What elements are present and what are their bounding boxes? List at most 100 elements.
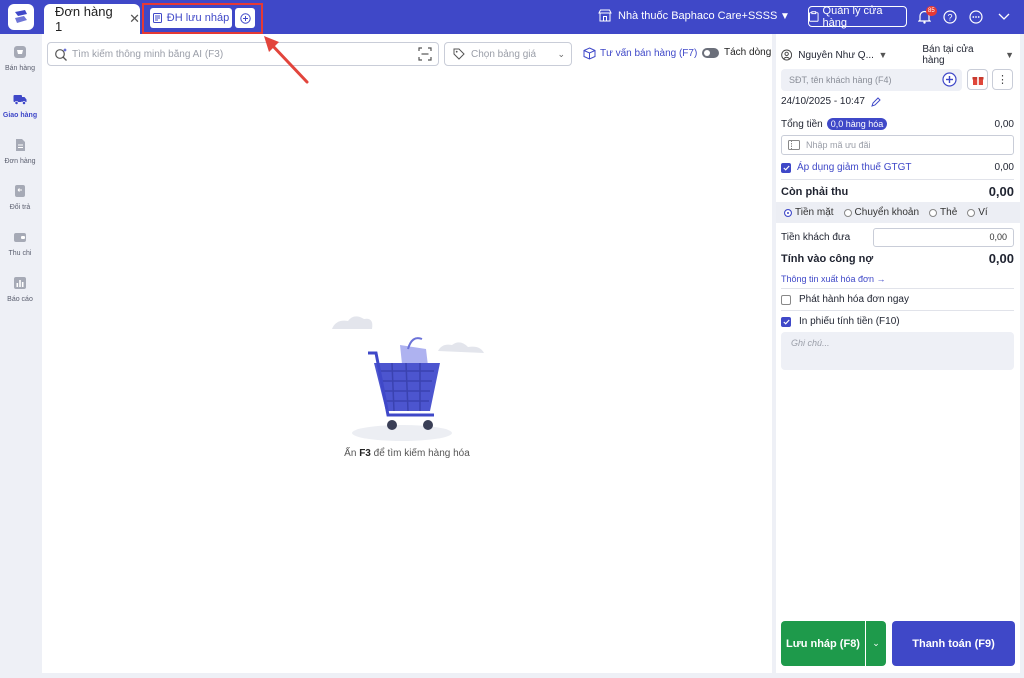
sale-type-select[interactable]: Bán tại cửa hàng xyxy=(922,44,994,66)
vat-value: 0,00 xyxy=(994,162,1014,173)
order-datetime-row: 24/10/2025 - 10:47 xyxy=(781,96,1014,107)
sidebar-item-returns[interactable]: Đổi trả xyxy=(0,184,40,211)
total-value: 0,00 xyxy=(994,118,1014,130)
add-tab-button[interactable] xyxy=(235,8,255,28)
price-list-placeholder: Chọn bảng giá xyxy=(471,48,537,60)
vat-option[interactable]: Áp dụng giảm thuế GTGT xyxy=(781,162,912,173)
order-workspace: Chọn bảng giá ⌄ Tư vấn bán hàng (F7) Tác… xyxy=(42,34,772,673)
debt-label: Tính vào công nợ xyxy=(781,252,874,265)
vat-row: Áp dụng giảm thuế GTGT 0,00 xyxy=(781,162,1014,173)
sales-consult-button[interactable]: Tư vấn bán hàng (F7) xyxy=(583,47,697,60)
radio[interactable] xyxy=(967,208,976,217)
document-icon xyxy=(152,13,162,23)
plus-circle-icon xyxy=(239,12,251,24)
discount-code-field[interactable]: Nhập mã ưu đãi xyxy=(781,135,1014,155)
sidebar-item-label: Đơn hàng xyxy=(4,158,36,165)
payment-method-transfer[interactable]: Chuyển khoản xyxy=(843,207,920,218)
total-label-group: Tổng tiền 0,0 hàng hóa xyxy=(781,118,888,130)
vat-label: Áp dụng giảm thuế GTGT xyxy=(797,162,912,173)
order-summary-panel: Nguyễn Như Q... ▼ Bán tại cửa hàng ▼ SĐT… xyxy=(776,34,1020,673)
customer-search[interactable]: SĐT, tên khách hàng (F4) xyxy=(781,69,962,91)
toggle-switch[interactable] xyxy=(702,47,719,58)
manage-store-button[interactable]: Quản lý cửa hàng xyxy=(808,4,907,29)
sidebar-item-reports[interactable]: Báo cáo xyxy=(0,276,40,303)
sidebar-item-sales[interactable]: Bán hàng xyxy=(0,45,40,72)
customer-search-placeholder: SĐT, tên khách hàng (F4) xyxy=(789,75,892,85)
annotation-arrow xyxy=(264,36,309,84)
more-icon[interactable] xyxy=(967,8,985,26)
chevron-down-icon[interactable]: ▼ xyxy=(1005,50,1014,60)
radio-selected[interactable] xyxy=(784,208,792,217)
top-bar: Đơn hàng 1 ✕ ĐH lưu nháp Nhà thuốc Bapha… xyxy=(0,0,1024,34)
note-field[interactable]: Ghi chú... xyxy=(781,332,1014,370)
invoice-info-label: Thông tin xuất hóa đơn → xyxy=(781,274,886,284)
payment-method-label: Chuyển khoản xyxy=(854,207,920,218)
payment-method-wallet[interactable]: Ví xyxy=(967,207,988,218)
sidebar-item-delivery[interactable]: Giao hàng xyxy=(0,92,40,119)
help-icon[interactable]: ? xyxy=(941,8,959,26)
split-lines-toggle[interactable]: Tách dòng xyxy=(702,47,771,58)
print-receipt-option[interactable]: In phiếu tính tiền (F10) xyxy=(781,316,1014,327)
product-search[interactable] xyxy=(47,42,439,66)
issue-invoice-label: Phát hành hóa đơn ngay xyxy=(799,294,909,305)
chevron-down-icon[interactable]: ▼ xyxy=(878,50,887,60)
manage-store-label: Quản lý cửa hàng xyxy=(822,4,883,29)
add-customer-icon[interactable] xyxy=(942,72,957,87)
empty-state-message: Ấn F3 để tìm kiếm hàng hóa xyxy=(42,448,772,459)
edit-icon[interactable] xyxy=(871,96,881,107)
save-options-button[interactable]: ⌄ xyxy=(866,621,886,666)
close-icon[interactable]: ✕ xyxy=(129,11,140,27)
order-datetime: 24/10/2025 - 10:47 xyxy=(781,96,865,107)
payment-method-label: Ví xyxy=(978,207,988,218)
truck-icon xyxy=(13,95,27,105)
chevron-down-icon[interactable] xyxy=(995,8,1013,26)
issue-invoice-checkbox[interactable] xyxy=(781,294,791,305)
gift-button[interactable] xyxy=(967,69,988,90)
print-receipt-checkbox[interactable] xyxy=(781,316,791,327)
empty-state-suffix: để tìm kiếm hàng hóa xyxy=(370,448,470,459)
vat-checkbox[interactable] xyxy=(781,162,791,173)
staff-row: Nguyễn Như Q... ▼ Bán tại cửa hàng ▼ xyxy=(781,44,1014,66)
user-icon xyxy=(781,49,793,61)
store-selector[interactable]: Nhà thuốc Baphaco Care+SSSS xyxy=(598,9,777,22)
more-options-button[interactable]: ⋮ xyxy=(992,69,1013,90)
cash-received-label: Tiền khách đưa xyxy=(781,232,851,243)
invoice-info-link[interactable]: Thông tin xuất hóa đơn → xyxy=(781,274,1014,284)
return-icon xyxy=(15,185,25,197)
print-receipt-label: In phiếu tính tiền (F10) xyxy=(799,316,900,327)
payment-method-card[interactable]: Thẻ xyxy=(929,207,957,218)
sidebar-item-label: Đổi trả xyxy=(9,204,31,211)
empty-cart-illustration xyxy=(332,316,484,441)
price-list-select[interactable]: Chọn bảng giá ⌄ xyxy=(444,42,572,66)
barcode-scan-icon[interactable] xyxy=(418,47,432,61)
radio[interactable] xyxy=(843,208,852,217)
voucher-icon xyxy=(788,140,800,150)
ai-search-icon xyxy=(55,48,67,61)
document-icon xyxy=(16,139,25,151)
checkout-button[interactable]: Thanh toán (F9) xyxy=(892,621,1015,666)
tab-order-1[interactable]: Đơn hàng 1 ✕ xyxy=(44,4,140,34)
tag-icon xyxy=(453,48,465,60)
sidebar-item-label: Thu chi xyxy=(8,250,32,257)
save-draft-button[interactable]: Lưu nháp (F8) xyxy=(781,621,865,666)
wallet-icon xyxy=(14,233,26,242)
sidebar-item-cashflow[interactable]: Thu chi xyxy=(0,230,40,257)
payment-method-cash[interactable]: Tiền mặt xyxy=(784,207,834,218)
cash-received-input[interactable]: 0,00 xyxy=(873,228,1014,247)
debt-row: Tính vào công nợ 0,00 xyxy=(781,251,1014,266)
draft-orders-button[interactable]: ĐH lưu nháp xyxy=(150,8,232,28)
issue-invoice-option[interactable]: Phát hành hóa đơn ngay xyxy=(781,294,1014,305)
divider xyxy=(781,288,1014,289)
chevron-down-icon[interactable]: ▼ xyxy=(780,11,790,22)
payment-method-group: Tiền mặt Chuyển khoản Thẻ Ví xyxy=(776,202,1020,223)
split-lines-label: Tách dòng xyxy=(724,47,772,58)
sidebar-item-orders[interactable]: Đơn hàng xyxy=(0,138,40,165)
logo-icon[interactable] xyxy=(8,4,34,30)
radio[interactable] xyxy=(929,208,938,217)
store-name: Nhà thuốc Baphaco Care+SSSS xyxy=(618,9,778,22)
staff-select[interactable]: Nguyễn Như Q... xyxy=(798,50,875,61)
total-row: Tổng tiền 0,0 hàng hóa 0,00 xyxy=(781,118,1014,130)
sales-consult-label: Tư vấn bán hàng (F7) xyxy=(600,48,698,59)
store-icon xyxy=(598,9,612,22)
box-icon xyxy=(583,47,596,60)
